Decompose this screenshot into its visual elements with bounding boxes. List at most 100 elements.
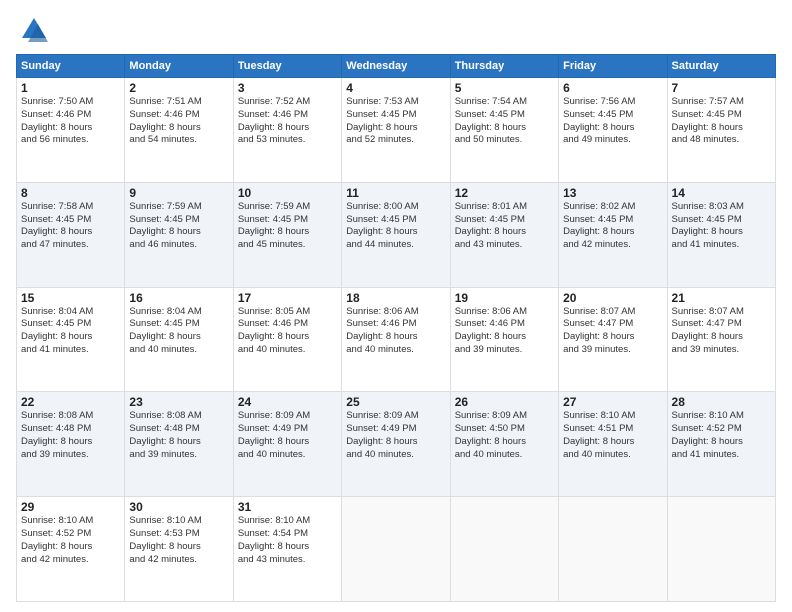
week-row-1: 1Sunrise: 7:50 AMSunset: 4:46 PMDaylight… <box>17 78 776 183</box>
calendar-cell: 28Sunrise: 8:10 AMSunset: 4:52 PMDayligh… <box>667 392 775 497</box>
calendar-cell <box>450 497 558 602</box>
calendar-cell: 17Sunrise: 8:05 AMSunset: 4:46 PMDayligh… <box>233 287 341 392</box>
day-detail: Sunrise: 8:10 AMSunset: 4:51 PMDaylight:… <box>563 410 662 461</box>
header-day-wednesday: Wednesday <box>342 55 450 78</box>
day-number: 5 <box>455 81 554 95</box>
day-number: 13 <box>563 186 662 200</box>
day-detail: Sunrise: 8:06 AMSunset: 4:46 PMDaylight:… <box>455 306 554 357</box>
day-detail: Sunrise: 7:59 AMSunset: 4:45 PMDaylight:… <box>238 201 337 252</box>
day-detail: Sunrise: 7:53 AMSunset: 4:45 PMDaylight:… <box>346 96 445 147</box>
logo-icon <box>20 16 48 44</box>
day-detail: Sunrise: 7:58 AMSunset: 4:45 PMDaylight:… <box>21 201 120 252</box>
day-number: 24 <box>238 395 337 409</box>
calendar-cell: 12Sunrise: 8:01 AMSunset: 4:45 PMDayligh… <box>450 182 558 287</box>
header-day-sunday: Sunday <box>17 55 125 78</box>
day-number: 20 <box>563 291 662 305</box>
calendar-cell: 30Sunrise: 8:10 AMSunset: 4:53 PMDayligh… <box>125 497 233 602</box>
day-number: 17 <box>238 291 337 305</box>
day-number: 27 <box>563 395 662 409</box>
day-detail: Sunrise: 8:09 AMSunset: 4:49 PMDaylight:… <box>238 410 337 461</box>
day-number: 19 <box>455 291 554 305</box>
calendar-cell: 8Sunrise: 7:58 AMSunset: 4:45 PMDaylight… <box>17 182 125 287</box>
week-row-5: 29Sunrise: 8:10 AMSunset: 4:52 PMDayligh… <box>17 497 776 602</box>
calendar-cell: 15Sunrise: 8:04 AMSunset: 4:45 PMDayligh… <box>17 287 125 392</box>
day-number: 29 <box>21 500 120 514</box>
calendar-cell: 29Sunrise: 8:10 AMSunset: 4:52 PMDayligh… <box>17 497 125 602</box>
day-number: 16 <box>129 291 228 305</box>
header-row: SundayMondayTuesdayWednesdayThursdayFrid… <box>17 55 776 78</box>
calendar: SundayMondayTuesdayWednesdayThursdayFrid… <box>16 54 776 602</box>
calendar-cell: 10Sunrise: 7:59 AMSunset: 4:45 PMDayligh… <box>233 182 341 287</box>
calendar-cell: 26Sunrise: 8:09 AMSunset: 4:50 PMDayligh… <box>450 392 558 497</box>
header-day-saturday: Saturday <box>667 55 775 78</box>
day-detail: Sunrise: 8:09 AMSunset: 4:50 PMDaylight:… <box>455 410 554 461</box>
calendar-cell: 1Sunrise: 7:50 AMSunset: 4:46 PMDaylight… <box>17 78 125 183</box>
calendar-cell <box>667 497 775 602</box>
day-number: 14 <box>672 186 771 200</box>
day-number: 25 <box>346 395 445 409</box>
day-number: 30 <box>129 500 228 514</box>
calendar-cell: 31Sunrise: 8:10 AMSunset: 4:54 PMDayligh… <box>233 497 341 602</box>
logo <box>16 16 48 44</box>
day-number: 10 <box>238 186 337 200</box>
day-number: 31 <box>238 500 337 514</box>
day-number: 2 <box>129 81 228 95</box>
day-detail: Sunrise: 7:51 AMSunset: 4:46 PMDaylight:… <box>129 96 228 147</box>
calendar-cell: 27Sunrise: 8:10 AMSunset: 4:51 PMDayligh… <box>559 392 667 497</box>
day-detail: Sunrise: 7:57 AMSunset: 4:45 PMDaylight:… <box>672 96 771 147</box>
day-number: 12 <box>455 186 554 200</box>
day-detail: Sunrise: 7:54 AMSunset: 4:45 PMDaylight:… <box>455 96 554 147</box>
calendar-cell: 19Sunrise: 8:06 AMSunset: 4:46 PMDayligh… <box>450 287 558 392</box>
day-number: 6 <box>563 81 662 95</box>
calendar-cell: 14Sunrise: 8:03 AMSunset: 4:45 PMDayligh… <box>667 182 775 287</box>
day-number: 1 <box>21 81 120 95</box>
calendar-body: 1Sunrise: 7:50 AMSunset: 4:46 PMDaylight… <box>17 78 776 602</box>
calendar-cell: 25Sunrise: 8:09 AMSunset: 4:49 PMDayligh… <box>342 392 450 497</box>
calendar-cell: 9Sunrise: 7:59 AMSunset: 4:45 PMDaylight… <box>125 182 233 287</box>
calendar-cell: 5Sunrise: 7:54 AMSunset: 4:45 PMDaylight… <box>450 78 558 183</box>
day-detail: Sunrise: 8:10 AMSunset: 4:53 PMDaylight:… <box>129 515 228 566</box>
day-number: 8 <box>21 186 120 200</box>
day-detail: Sunrise: 8:06 AMSunset: 4:46 PMDaylight:… <box>346 306 445 357</box>
calendar-cell: 16Sunrise: 8:04 AMSunset: 4:45 PMDayligh… <box>125 287 233 392</box>
day-number: 15 <box>21 291 120 305</box>
day-detail: Sunrise: 8:10 AMSunset: 4:54 PMDaylight:… <box>238 515 337 566</box>
header-day-thursday: Thursday <box>450 55 558 78</box>
day-detail: Sunrise: 7:59 AMSunset: 4:45 PMDaylight:… <box>129 201 228 252</box>
day-detail: Sunrise: 7:56 AMSunset: 4:45 PMDaylight:… <box>563 96 662 147</box>
day-number: 21 <box>672 291 771 305</box>
calendar-cell: 20Sunrise: 8:07 AMSunset: 4:47 PMDayligh… <box>559 287 667 392</box>
calendar-cell: 2Sunrise: 7:51 AMSunset: 4:46 PMDaylight… <box>125 78 233 183</box>
day-detail: Sunrise: 7:50 AMSunset: 4:46 PMDaylight:… <box>21 96 120 147</box>
day-detail: Sunrise: 8:07 AMSunset: 4:47 PMDaylight:… <box>563 306 662 357</box>
calendar-cell: 22Sunrise: 8:08 AMSunset: 4:48 PMDayligh… <box>17 392 125 497</box>
day-detail: Sunrise: 8:05 AMSunset: 4:46 PMDaylight:… <box>238 306 337 357</box>
calendar-cell: 24Sunrise: 8:09 AMSunset: 4:49 PMDayligh… <box>233 392 341 497</box>
calendar-cell: 7Sunrise: 7:57 AMSunset: 4:45 PMDaylight… <box>667 78 775 183</box>
calendar-header: SundayMondayTuesdayWednesdayThursdayFrid… <box>17 55 776 78</box>
calendar-cell: 13Sunrise: 8:02 AMSunset: 4:45 PMDayligh… <box>559 182 667 287</box>
week-row-2: 8Sunrise: 7:58 AMSunset: 4:45 PMDaylight… <box>17 182 776 287</box>
day-detail: Sunrise: 8:03 AMSunset: 4:45 PMDaylight:… <box>672 201 771 252</box>
calendar-cell <box>559 497 667 602</box>
page: SundayMondayTuesdayWednesdayThursdayFrid… <box>0 0 792 612</box>
day-detail: Sunrise: 8:04 AMSunset: 4:45 PMDaylight:… <box>129 306 228 357</box>
calendar-cell: 18Sunrise: 8:06 AMSunset: 4:46 PMDayligh… <box>342 287 450 392</box>
day-detail: Sunrise: 7:52 AMSunset: 4:46 PMDaylight:… <box>238 96 337 147</box>
day-detail: Sunrise: 8:10 AMSunset: 4:52 PMDaylight:… <box>672 410 771 461</box>
day-detail: Sunrise: 8:10 AMSunset: 4:52 PMDaylight:… <box>21 515 120 566</box>
day-detail: Sunrise: 8:09 AMSunset: 4:49 PMDaylight:… <box>346 410 445 461</box>
calendar-cell: 23Sunrise: 8:08 AMSunset: 4:48 PMDayligh… <box>125 392 233 497</box>
calendar-cell: 3Sunrise: 7:52 AMSunset: 4:46 PMDaylight… <box>233 78 341 183</box>
day-detail: Sunrise: 8:02 AMSunset: 4:45 PMDaylight:… <box>563 201 662 252</box>
day-number: 11 <box>346 186 445 200</box>
calendar-cell: 11Sunrise: 8:00 AMSunset: 4:45 PMDayligh… <box>342 182 450 287</box>
calendar-cell: 21Sunrise: 8:07 AMSunset: 4:47 PMDayligh… <box>667 287 775 392</box>
day-number: 3 <box>238 81 337 95</box>
week-row-3: 15 Sunrise: 8:04 AMSunset: 4:45 PMDayligh… <box>17 287 776 392</box>
header-day-tuesday: Tuesday <box>233 55 341 78</box>
day-detail: Sunrise: 8:00 AMSunset: 4:45 PMDaylight:… <box>346 201 445 252</box>
calendar-cell: 4Sunrise: 7:53 AMSunset: 4:45 PMDaylight… <box>342 78 450 183</box>
day-number: 22 <box>21 395 120 409</box>
header <box>16 16 776 44</box>
